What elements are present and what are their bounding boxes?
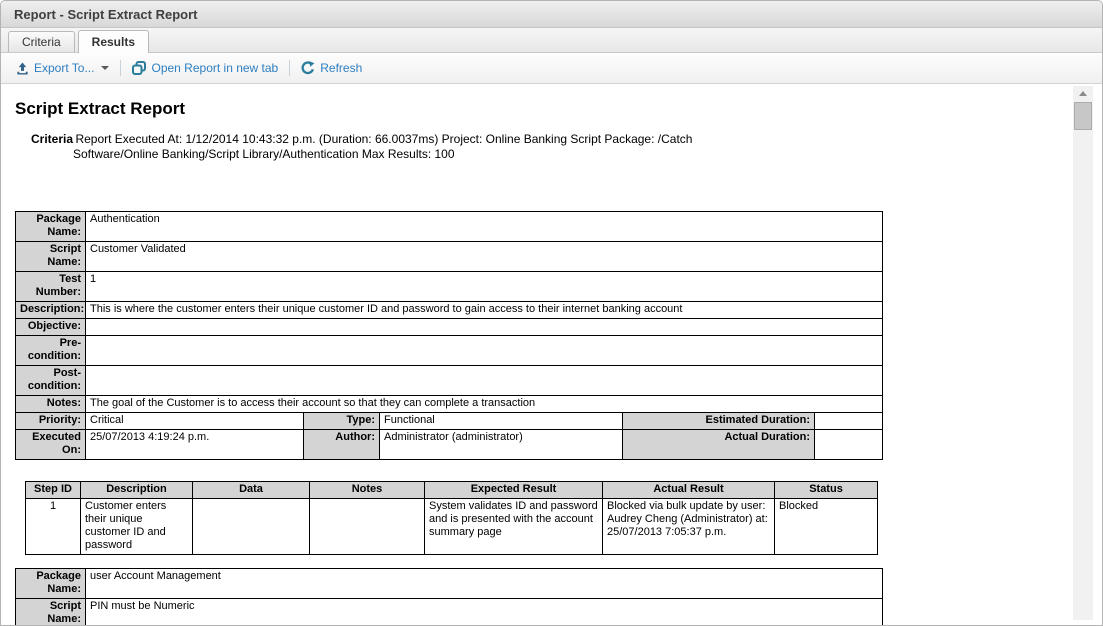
field-value: user Account Management: [86, 569, 883, 599]
table-row: Test Number: 1: [16, 272, 883, 302]
field-label: Package Name:: [16, 212, 86, 242]
field-value: Customer Validated: [86, 242, 883, 272]
window-title: Report - Script Extract Report: [1, 1, 1102, 28]
script-details-table: Package Name: user Account Management Sc…: [15, 568, 883, 625]
field-label: Actual Duration:: [623, 430, 815, 460]
open-report-new-tab-button[interactable]: Open Report in new tab: [127, 58, 283, 78]
steps-header-cell: Actual Result: [603, 482, 775, 499]
field-label: Notes:: [16, 396, 86, 413]
steps-header-cell: Data: [193, 482, 310, 499]
field-label: Priority:: [16, 413, 86, 430]
upload-icon: [16, 62, 29, 75]
field-value: Administrator (administrator): [380, 430, 623, 460]
script-details-table: Package Name: Authentication Script Name…: [15, 211, 883, 460]
triangle-up-icon: [1079, 91, 1087, 96]
table-row: Notes: The goal of the Customer is to ac…: [16, 396, 883, 413]
tab-strip: Criteria Results: [1, 28, 1102, 53]
field-value: PIN must be Numeric: [86, 599, 883, 626]
table-row: Package Name: Authentication: [16, 212, 883, 242]
steps-header-cell: Notes: [310, 482, 425, 499]
table-row: Package Name: user Account Management: [16, 569, 883, 599]
steps-cell-notes: [310, 499, 425, 555]
open-report-button-label: Open Report in new tab: [151, 61, 278, 75]
field-value: Functional: [380, 413, 623, 430]
refresh-button[interactable]: Refresh: [296, 58, 367, 78]
table-row: Executed On: 25/07/2013 4:19:24 p.m. Aut…: [16, 430, 883, 460]
field-label: Author:: [304, 430, 380, 460]
field-value: This is where the customer enters their …: [86, 302, 883, 319]
vertical-scrollbar[interactable]: [1073, 86, 1093, 620]
toolbar-separator: [120, 60, 121, 76]
field-label: Description:: [16, 302, 86, 319]
report-title: Script Extract Report: [15, 99, 1062, 119]
table-row: Pre-condition:: [16, 336, 883, 366]
field-value: [815, 413, 883, 430]
scrollbar-thumb[interactable]: [1074, 102, 1092, 130]
tab-results[interactable]: Results: [78, 30, 149, 53]
field-value: Authentication: [86, 212, 883, 242]
steps-cell-data: [193, 499, 310, 555]
export-button[interactable]: Export To...: [11, 58, 114, 78]
table-row: Description: This is where the customer …: [16, 302, 883, 319]
steps-cell-description: Customer enters their unique customer ID…: [81, 499, 193, 555]
steps-cell-expected-result: System validates ID and password and is …: [425, 499, 603, 555]
report-body: Script Extract Report Criteria Report Ex…: [1, 84, 1102, 625]
table-row: Post-condition:: [16, 366, 883, 396]
tab-criteria[interactable]: Criteria: [8, 31, 75, 52]
steps-cell-actual-result: Blocked via bulk update by user: Audrey …: [603, 499, 775, 555]
export-button-label: Export To...: [34, 61, 94, 75]
field-value: [815, 430, 883, 460]
refresh-icon: [301, 61, 315, 75]
field-value: [86, 319, 883, 336]
steps-cell-status: Blocked: [775, 499, 878, 555]
copy-window-icon: [132, 61, 146, 75]
steps-cell-step-id: 1: [26, 499, 81, 555]
steps-data-row: 1 Customer enters their unique customer …: [26, 499, 878, 555]
steps-header-cell: Step ID: [26, 482, 81, 499]
field-value: 25/07/2013 4:19:24 p.m.: [86, 430, 304, 460]
field-label: Script Name:: [16, 242, 86, 272]
caret-down-icon: [101, 66, 109, 70]
field-label: Post-condition:: [16, 366, 86, 396]
criteria-text: Report Executed At: 1/12/2014 10:43:32 p…: [73, 132, 692, 161]
criteria-summary: Criteria Report Executed At: 1/12/2014 1…: [31, 132, 737, 162]
toolbar-separator: [289, 60, 290, 76]
table-row: Script Name: Customer Validated: [16, 242, 883, 272]
field-label: Script Name:: [16, 599, 86, 626]
criteria-label: Criteria: [31, 132, 73, 146]
report-toolbar: Export To... Open Report in new tab Refr…: [1, 53, 1102, 84]
field-label: Executed On:: [16, 430, 86, 460]
steps-header-cell: Expected Result: [425, 482, 603, 499]
field-label: Pre-condition:: [16, 336, 86, 366]
refresh-button-label: Refresh: [320, 61, 362, 75]
table-row: Script Name: PIN must be Numeric: [16, 599, 883, 626]
steps-table: Step ID Description Data Notes Expected …: [25, 481, 878, 555]
scroll-up-button[interactable]: [1073, 86, 1093, 101]
table-row: Objective:: [16, 319, 883, 336]
field-value: [86, 336, 883, 366]
field-label: Objective:: [16, 319, 86, 336]
field-value: The goal of the Customer is to access th…: [86, 396, 883, 413]
field-label: Test Number:: [16, 272, 86, 302]
report-content-area: Script Extract Report Criteria Report Ex…: [1, 84, 1102, 625]
field-value: [86, 366, 883, 396]
field-label: Package Name:: [16, 569, 86, 599]
field-value: 1: [86, 272, 883, 302]
steps-header-cell: Description: [81, 482, 193, 499]
field-value: Critical: [86, 413, 304, 430]
field-label: Estimated Duration:: [623, 413, 815, 430]
report-window: Report - Script Extract Report Criteria …: [0, 0, 1103, 626]
table-row: Priority: Critical Type: Functional Esti…: [16, 413, 883, 430]
steps-header-row: Step ID Description Data Notes Expected …: [26, 482, 878, 499]
field-label: Type:: [304, 413, 380, 430]
steps-header-cell: Status: [775, 482, 878, 499]
